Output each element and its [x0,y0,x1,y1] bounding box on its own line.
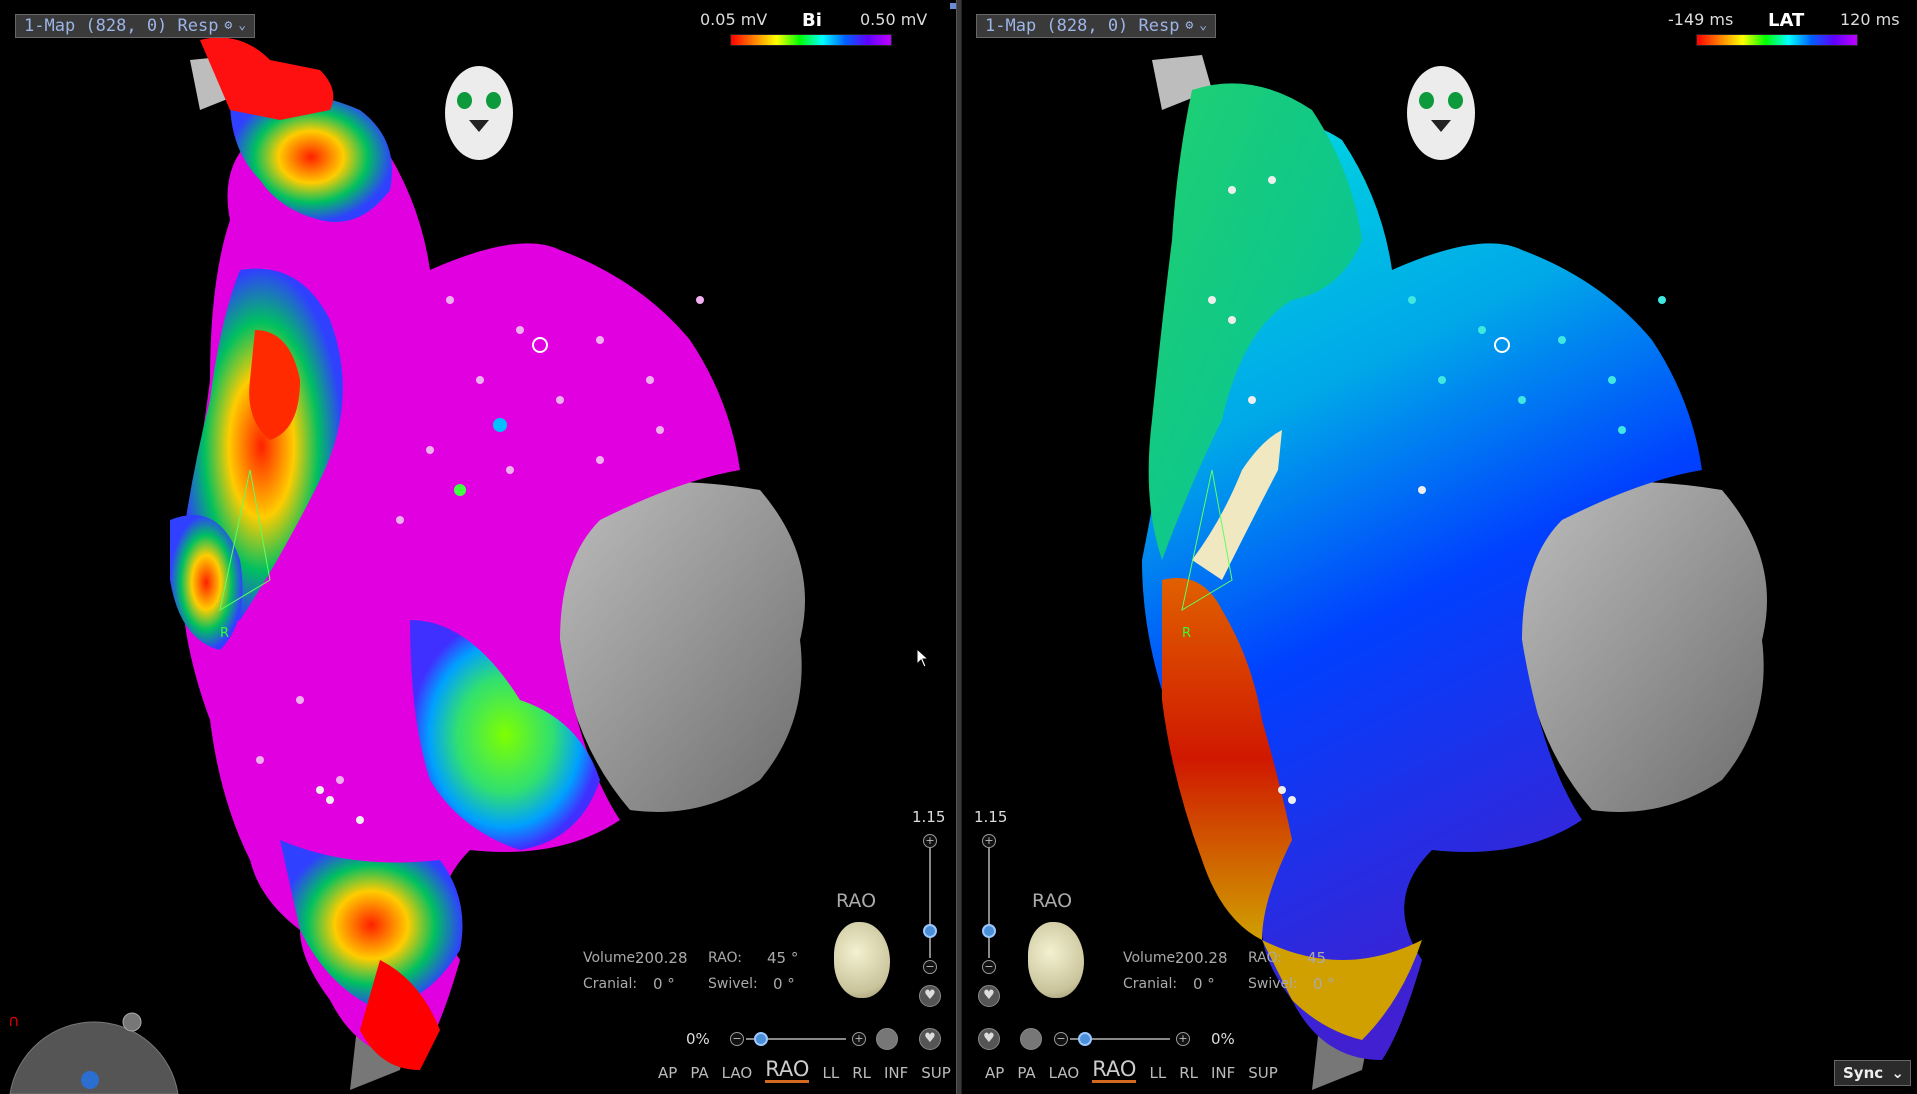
view-rl[interactable]: RL [1179,1064,1198,1083]
left-catheter-tag: R [220,626,229,641]
heart-button-icon[interactable]: ♥ [978,985,1000,1007]
zoom-out-icon[interactable]: − [923,960,937,974]
legend-colorbar [730,34,892,46]
rao-label: RAO: [1248,950,1282,966]
cranial-value: 0 ° [653,975,675,993]
left-map-selector-label: 1-Map (828, 0) Resp [24,16,219,36]
right-transparency-icon[interactable] [1020,1028,1042,1050]
left-zoom-knob[interactable] [923,924,937,938]
swivel-label: Swivel: [708,976,758,992]
right-catheter-tag: R [1182,626,1191,641]
view-rao[interactable]: RAO [1092,1058,1137,1083]
left-heart-view-icon[interactable]: ♥ [919,1028,941,1050]
navigation-wheel-icon[interactable]: ∩ [0,1000,180,1094]
right-map-selector[interactable]: 1-Map (828, 0) Resp ⚙ ⌄ [976,14,1217,38]
right-opacity-slider[interactable]: − + [1054,1032,1194,1046]
view-ll[interactable]: LL [1149,1064,1166,1083]
rao-value: 45 [1307,949,1327,967]
volume-label: Volume: [583,950,640,966]
zoom-in-icon[interactable]: + [923,834,937,848]
cursor-arrow-icon [916,648,930,668]
left-zoom-slider[interactable]: + − [920,834,940,974]
view-sup[interactable]: SUP [921,1064,951,1083]
right-opacity-knob[interactable] [1078,1032,1092,1046]
view-inf[interactable]: INF [1211,1064,1235,1083]
left-transparency-icon[interactable] [876,1028,898,1050]
left-voltage-map-render[interactable]: R [0,0,956,1094]
right-zoom-knob[interactable] [982,924,996,938]
right-map-pane[interactable]: R 1-Map (828, 0) Resp ⚙ ⌄ -149 ms LAT 12… [962,0,1917,1094]
volume-value: 200.28 [635,949,688,967]
right-zoom-slider[interactable]: + − [979,834,999,974]
view-lao[interactable]: LAO [1049,1064,1080,1083]
chevron-down-icon: ⌄ [1891,1064,1904,1082]
legend-high: 0.50 mV [860,10,928,29]
left-map-pane[interactable]: R 1-Map (828, 0) Resp ⚙ ⌄ 0.05 mV Bi 0.5… [0,0,956,1094]
legend-colorbar [1696,34,1858,46]
zoom-out-icon[interactable]: − [982,960,996,974]
volume-label: Volume: [1123,950,1180,966]
left-map-selector[interactable]: 1-Map (828, 0) Resp ⚙ ⌄ [15,14,256,38]
view-pa[interactable]: PA [1017,1064,1035,1083]
view-pa[interactable]: PA [690,1064,708,1083]
cranial-label: Cranial: [583,976,638,992]
left-opacity-slider[interactable]: − + [730,1032,870,1046]
swivel-value: 0 ° [1313,975,1335,993]
rao-label: RAO: [708,950,742,966]
view-sup[interactable]: SUP [1248,1064,1278,1083]
tools-icon[interactable]: ⚙ [1185,14,1193,38]
legend-low: -149 ms [1668,10,1734,29]
right-view-buttons: AP PA LAO RAO LL RL INF SUP [985,1058,1291,1083]
legend-low: 0.05 mV [700,10,768,29]
sync-label: Sync [1843,1064,1884,1082]
view-ap[interactable]: AP [985,1064,1004,1083]
tools-icon[interactable]: ⚙ [224,14,232,38]
right-heart-view-icon[interactable]: ♥ [978,1028,1000,1050]
view-lao[interactable]: LAO [722,1064,753,1083]
chevron-down-icon[interactable]: ⌄ [1199,14,1207,38]
right-opacity-value: 0% [1211,1030,1235,1048]
mini-heart-icon [1028,922,1084,998]
left-view-label: RAO [836,890,877,912]
cranial-value: 0 ° [1193,975,1215,993]
left-opacity-knob[interactable] [754,1032,768,1046]
heart-button-icon[interactable]: ♥ [919,985,941,1007]
mini-heart-icon [834,922,890,998]
left-opacity-value: 0% [686,1030,710,1048]
zoom-in-icon[interactable]: + [982,834,996,848]
face-orientation-icon[interactable] [445,66,513,160]
cranial-label: Cranial: [1123,976,1178,992]
view-rao[interactable]: RAO [765,1058,810,1083]
legend-name: Bi [802,10,822,31]
view-inf[interactable]: INF [884,1064,908,1083]
view-ap[interactable]: AP [658,1064,677,1083]
swivel-value: 0 ° [773,975,795,993]
rao-value: 45 ° [767,949,799,967]
right-view-label: RAO [1032,890,1073,912]
right-activation-map-render[interactable]: R [962,0,1917,1094]
left-view-buttons: AP PA LAO RAO LL RL INF SUP [658,1058,956,1083]
right-map-selector-label: 1-Map (828, 0) Resp [985,16,1180,36]
legend-high: 120 ms [1840,10,1900,29]
opacity-increase-icon[interactable]: + [852,1032,866,1046]
opacity-decrease-icon[interactable]: − [1054,1032,1068,1046]
chevron-down-icon[interactable]: ⌄ [238,14,246,38]
face-orientation-icon[interactable] [1407,66,1475,160]
magnet-icon: ∩ [8,1011,20,1030]
volume-value: 200.28 [1175,949,1228,967]
swivel-label: Swivel: [1248,976,1298,992]
left-zoom-value: 1.15 [912,808,946,826]
right-zoom-value: 1.15 [974,808,1008,826]
opacity-decrease-icon[interactable]: − [730,1032,744,1046]
view-ll[interactable]: LL [822,1064,839,1083]
opacity-increase-icon[interactable]: + [1176,1032,1190,1046]
legend-name: LAT [1768,10,1805,31]
view-rl[interactable]: RL [852,1064,871,1083]
sync-dropdown[interactable]: Sync ⌄ [1834,1060,1911,1086]
